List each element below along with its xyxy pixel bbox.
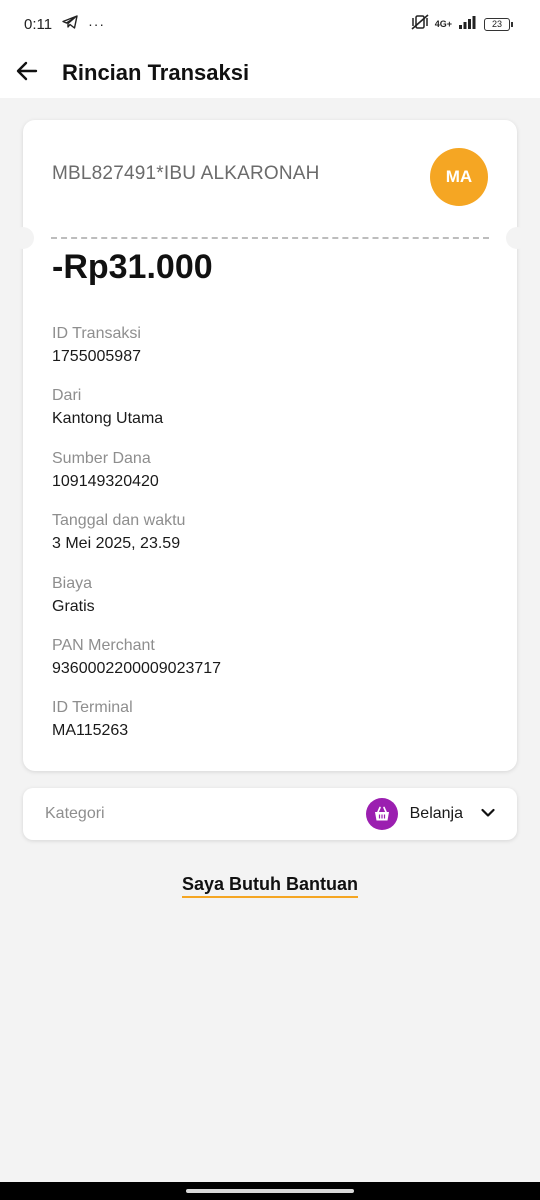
status-right: 4G+ 23: [411, 14, 513, 34]
app-header: Rincian Transaksi: [0, 48, 540, 98]
merchant-name: MBL827491*IBU ALKARONAH: [52, 163, 320, 184]
detail-label: Tanggal dan waktu: [52, 512, 186, 530]
system-nav-bar: [0, 1182, 540, 1200]
category-selector[interactable]: Kategori Belanja: [23, 788, 517, 840]
detail-label: Biaya: [52, 574, 93, 592]
detail-value: 3 Mei 2025, 23.59: [52, 535, 181, 553]
detail-label: ID Transaksi: [52, 325, 141, 342]
shopping-basket-icon: [365, 798, 398, 830]
vibrate-off-icon: [411, 14, 429, 34]
network-type: 4G+: [434, 18, 452, 29]
detail-row-datetime: Tanggal dan waktu 3 Mei 2025, 23.59: [52, 511, 482, 573]
detail-label: Sumber Dana: [52, 449, 151, 467]
detail-value: 1755005987: [52, 348, 141, 365]
battery-level: 23: [491, 19, 502, 29]
more-dots-icon: ···: [88, 16, 106, 32]
signal-icon: [458, 15, 478, 33]
help-link[interactable]: Saya Butuh Bantuan: [181, 874, 359, 898]
arrow-left-icon: [16, 61, 38, 86]
detail-row-pan-merchant: PAN Merchant 9360002200009023717: [52, 636, 482, 698]
transaction-details: ID Transaksi 1755005987 Dari Kantong Uta…: [52, 324, 482, 761]
ticket-notch-right: [506, 227, 528, 249]
detail-row-terminal-id: ID Terminal MA115263: [52, 698, 482, 760]
detail-value: 109149320420: [52, 472, 159, 490]
transaction-card: MBL827491*IBU ALKARONAH MA -Rp31.000 ID …: [12, 120, 528, 771]
transaction-amount: -Rp31.000: [52, 248, 213, 286]
home-indicator[interactable]: [186, 1189, 354, 1193]
battery-icon: 23: [484, 17, 513, 31]
status-left: 0:11 ···: [24, 15, 105, 33]
ticket-divider: [51, 237, 489, 239]
detail-row-fee: Biaya Gratis: [52, 574, 482, 636]
detail-row-transaction-id: ID Transaksi 1755005987: [52, 324, 482, 386]
merchant-avatar: MA: [430, 148, 488, 206]
detail-label: ID Terminal: [52, 699, 133, 717]
detail-value: Kantong Utama: [52, 410, 164, 428]
telegram-icon: [62, 15, 78, 33]
detail-row-from: Dari Kantong Utama: [52, 386, 482, 448]
back-button[interactable]: [0, 48, 54, 98]
detail-label: Dari: [52, 387, 82, 405]
page-title: Rincian Transaksi: [62, 60, 250, 85]
detail-value: 9360002200009023717: [52, 659, 222, 677]
chevron-down-icon[interactable]: [481, 805, 495, 823]
status-time: 0:11: [24, 15, 53, 33]
category-label: Kategori: [45, 805, 105, 822]
detail-value: Gratis: [52, 597, 95, 615]
category-value: Belanja: [409, 805, 463, 822]
ticket-notch-left: [12, 227, 34, 249]
status-bar: 0:11 ··· 4G+ 23: [0, 0, 540, 48]
detail-label: PAN Merchant: [52, 636, 155, 654]
help-link-container: Saya Butuh Bantuan: [0, 874, 540, 898]
avatar-initials: MA: [445, 167, 473, 186]
detail-row-funding-source: Sumber Dana 109149320420: [52, 449, 482, 511]
detail-value: MA115263: [52, 722, 129, 740]
